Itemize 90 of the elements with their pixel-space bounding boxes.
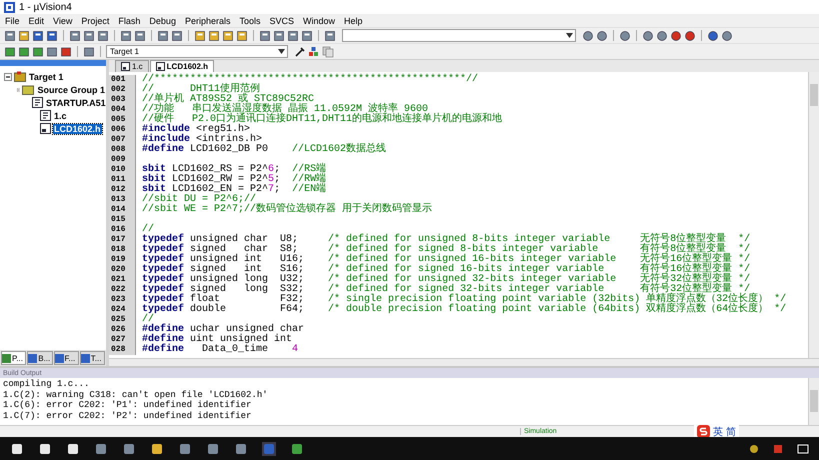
vertical-scrollbar[interactable] (808, 378, 819, 425)
menu-item[interactable]: Peripherals (184, 16, 230, 26)
line-number: 011 (109, 175, 136, 185)
menu-item[interactable]: Debug (149, 16, 176, 26)
menu-item[interactable]: File (5, 16, 20, 26)
line-number: 006 (109, 125, 136, 135)
line-number: 003 (109, 95, 136, 105)
code-line: #include <intrins.h> (142, 135, 262, 145)
line-number: 023 (109, 295, 136, 305)
tree-item[interactable]: Target 1 (28, 72, 64, 82)
menu-item[interactable]: Window (303, 16, 336, 26)
file-icon (32, 97, 43, 108)
window-title: 1 - µVision4 (19, 2, 72, 12)
code-line: sbit LCD1602_EN = P2^7; //EN端 (142, 185, 326, 195)
output-line: 1.C(7): error C202: 'P2': undefined identifier (3, 410, 252, 421)
caret-icon (278, 49, 285, 54)
tree-item[interactable]: Source Group 1 (36, 84, 106, 94)
line-number: 018 (109, 245, 136, 255)
vertical-scrollbar[interactable] (808, 72, 819, 358)
line-number: 019 (109, 255, 136, 265)
line-number: 027 (109, 335, 136, 345)
menu-item[interactable]: View (53, 16, 72, 26)
input-method-button[interactable]: 英 (713, 424, 723, 438)
line-number: 010 (109, 165, 136, 175)
collapse-box-icon[interactable] (4, 72, 12, 80)
tree-item[interactable]: 1.c (53, 110, 68, 120)
code-line: #define Data_0_time 4 (142, 345, 298, 355)
notification-icon[interactable] (797, 442, 809, 454)
output-line: 1.C(2): warning C318: can't open file 'LCD1602.h' (3, 390, 269, 400)
line-number: 021 (109, 275, 136, 285)
line-number: 028 (109, 345, 136, 355)
line-number: 017 (109, 235, 136, 245)
input-method-logo-icon[interactable] (697, 425, 710, 438)
file-icon (40, 123, 51, 134)
line-number: 014 (109, 205, 136, 215)
line-number: 012 (109, 185, 136, 195)
panel-tab[interactable]: F... (54, 351, 79, 365)
code-line: #define LCD1602_DB P0 //LCD1602数据总线 (142, 145, 386, 155)
menu-item[interactable]: SVCS (270, 16, 294, 26)
line-number: 001 (109, 75, 136, 85)
line-number: 024 (109, 305, 136, 315)
target-select[interactable]: Target 1 (106, 45, 288, 58)
tab-icon (2, 354, 11, 362)
tab-icon (28, 354, 38, 362)
output-line: compiling 1.c... (3, 379, 90, 390)
code-line: // (142, 225, 154, 235)
tree-item[interactable]: LCD1602.h (53, 124, 102, 134)
code-line: //硬件 P2.0口为通讯口连接DHT11,DHT11的电源和地连接单片机的电源和地 (142, 115, 502, 125)
panel-tab[interactable]: T... (80, 351, 105, 365)
line-number: 008 (109, 145, 136, 155)
panel-tab[interactable]: P... (1, 351, 26, 365)
find-combo-field[interactable] (342, 29, 576, 42)
code-line: // (142, 315, 154, 325)
tab-icon (54, 354, 64, 362)
line-number: 004 (109, 105, 136, 115)
menu-item[interactable]: Tools (239, 16, 260, 26)
tray-icon[interactable] (773, 444, 783, 454)
editor-tab[interactable]: 1.c (115, 60, 149, 72)
code-line: typedef double F64; /* double precision floating point variable (64bits) 双精度浮点数（64位长度） */ (142, 305, 786, 315)
code-line: #define uint unsigned int (142, 335, 292, 345)
components-icon[interactable] (308, 46, 320, 58)
tab-icon (80, 354, 90, 362)
code-line: #include <reg51.h> (142, 125, 250, 135)
menu-item[interactable]: Project (81, 16, 110, 26)
line-number: 026 (109, 325, 136, 335)
input-method-button[interactable]: 简 (726, 424, 736, 438)
line-number: 002 (109, 85, 136, 95)
line-number: 022 (109, 285, 136, 295)
line-number: 013 (109, 195, 136, 205)
horizontal-scrollbar[interactable] (109, 358, 819, 366)
code-line: //sbit WE = P2^7;//数码管位选锁存器 用于关闭数码管显示 (142, 205, 432, 215)
line-number: 016 (109, 225, 136, 235)
editor-tab[interactable]: LCD1602.h (150, 60, 214, 72)
line-number: 015 (109, 215, 136, 225)
code-line: #define uchar unsigned char (142, 325, 304, 335)
code-line: //sbit DU = P2^6;// (142, 195, 256, 205)
menu-item[interactable]: Edit (28, 16, 44, 26)
menu-item[interactable]: Help (344, 16, 363, 26)
line-number: 005 (109, 115, 136, 125)
tray-icon[interactable] (749, 444, 759, 454)
line-number: 007 (109, 135, 136, 145)
panel-tab[interactable]: B... (27, 351, 52, 365)
menu-item[interactable]: Flash (118, 16, 140, 26)
tree-item[interactable]: STARTUP.A51 (45, 98, 107, 108)
line-number: 025 (109, 315, 136, 325)
line-number: 009 (109, 155, 136, 165)
output-line: 1.C(6): error C202: 'P1': undefined identifier (3, 400, 252, 410)
file-icon (40, 110, 51, 121)
caret-icon (566, 33, 573, 38)
line-number: 020 (109, 265, 136, 275)
